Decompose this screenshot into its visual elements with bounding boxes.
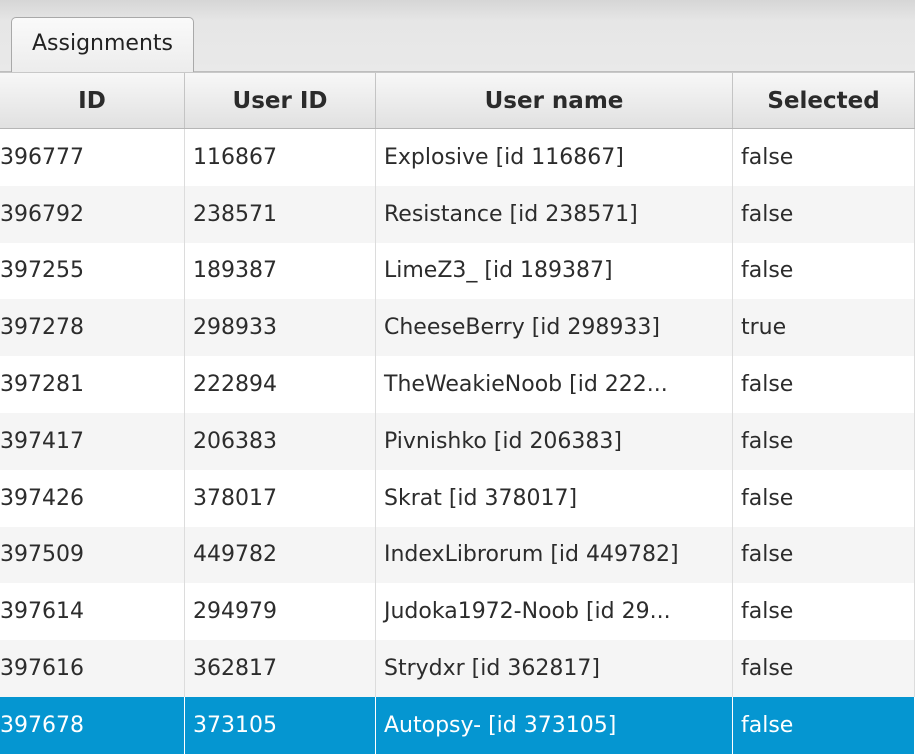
cell-user-name: TheWeakieNoob [id 222... (376, 356, 733, 413)
table-row[interactable]: 397255 189387 LimeZ3_ [id 189387] false (0, 242, 915, 300)
table-row[interactable]: 397426 378017 Skrat [id 378017] false (0, 469, 915, 527)
cell-selected: false (733, 356, 915, 413)
table-row[interactable]: 396792 238571 Resistance [id 238571] fal… (0, 185, 915, 243)
table-row-selected[interactable]: 397678 373105 Autopsy- [id 373105] false (0, 696, 915, 754)
cell-selected: false (733, 583, 915, 641)
cell-selected: false (733, 242, 915, 300)
cell-id: 397678 (0, 696, 185, 754)
cell-user-name: IndexLibrorum [id 449782] (376, 526, 733, 584)
cell-id: 396777 (0, 129, 185, 186)
cell-id: 397509 (0, 526, 185, 584)
table-header: ID User ID User name Selected (0, 72, 915, 129)
cell-id: 397426 (0, 469, 185, 527)
cell-id: 396792 (0, 185, 185, 243)
cell-selected: false (733, 412, 915, 470)
table-row[interactable]: 397614 294979 Judoka1972-Noob [id 29... … (0, 583, 915, 641)
cell-user-name: Skrat [id 378017] (376, 469, 733, 527)
cell-user-id: 238571 (185, 185, 376, 243)
table-row[interactable]: 397509 449782 IndexLibrorum [id 449782] … (0, 526, 915, 584)
table-row[interactable]: 397616 362817 Strydxr [id 362817] false (0, 640, 915, 697)
cell-user-id: 189387 (185, 242, 376, 300)
cell-id: 397281 (0, 356, 185, 413)
column-header-user-id[interactable]: User ID (185, 73, 376, 128)
tab-strip: Assignments (0, 0, 915, 73)
cell-user-id: 373105 (185, 696, 376, 754)
cell-user-id: 206383 (185, 412, 376, 470)
cell-user-id: 378017 (185, 469, 376, 527)
tab-assignments[interactable]: Assignments (11, 17, 194, 73)
cell-id: 397417 (0, 412, 185, 470)
cell-user-name: Autopsy- [id 373105] (376, 696, 733, 754)
cell-user-id: 222894 (185, 356, 376, 413)
cell-selected: false (733, 129, 915, 186)
cell-user-name: Strydxr [id 362817] (376, 640, 733, 697)
cell-user-id: 294979 (185, 583, 376, 641)
table-row[interactable]: 397281 222894 TheWeakieNoob [id 222... f… (0, 356, 915, 413)
assignments-table[interactable]: ID User ID User name Selected 396777 116… (0, 72, 915, 754)
cell-user-name: LimeZ3_ [id 189387] (376, 242, 733, 300)
table-row[interactable]: 397417 206383 Pivnishko [id 206383] fals… (0, 412, 915, 470)
table-row[interactable]: 397278 298933 CheeseBerry [id 298933] tr… (0, 299, 915, 357)
column-header-id[interactable]: ID (0, 73, 185, 128)
cell-user-name: Pivnishko [id 206383] (376, 412, 733, 470)
cell-id: 397278 (0, 299, 185, 357)
cell-user-name: CheeseBerry [id 298933] (376, 299, 733, 357)
assignments-window: Assignments ID User ID User name Selecte… (0, 0, 915, 754)
cell-user-name: Resistance [id 238571] (376, 185, 733, 243)
column-header-selected[interactable]: Selected (733, 73, 915, 128)
column-header-user-name[interactable]: User name (376, 73, 733, 128)
table-row[interactable]: 396777 116867 Explosive [id 116867] fals… (0, 129, 915, 186)
cell-user-name: Explosive [id 116867] (376, 129, 733, 186)
cell-user-id: 298933 (185, 299, 376, 357)
cell-id: 397255 (0, 242, 185, 300)
cell-selected: false (733, 696, 915, 754)
cell-user-id: 116867 (185, 129, 376, 186)
cell-selected: false (733, 185, 915, 243)
cell-selected: false (733, 526, 915, 584)
cell-user-name: Judoka1972-Noob [id 29... (376, 583, 733, 641)
cell-id: 397614 (0, 583, 185, 641)
cell-selected: false (733, 469, 915, 527)
cell-id: 397616 (0, 640, 185, 697)
cell-user-id: 362817 (185, 640, 376, 697)
cell-selected: true (733, 299, 915, 357)
cell-user-id: 449782 (185, 526, 376, 584)
cell-selected: false (733, 640, 915, 697)
